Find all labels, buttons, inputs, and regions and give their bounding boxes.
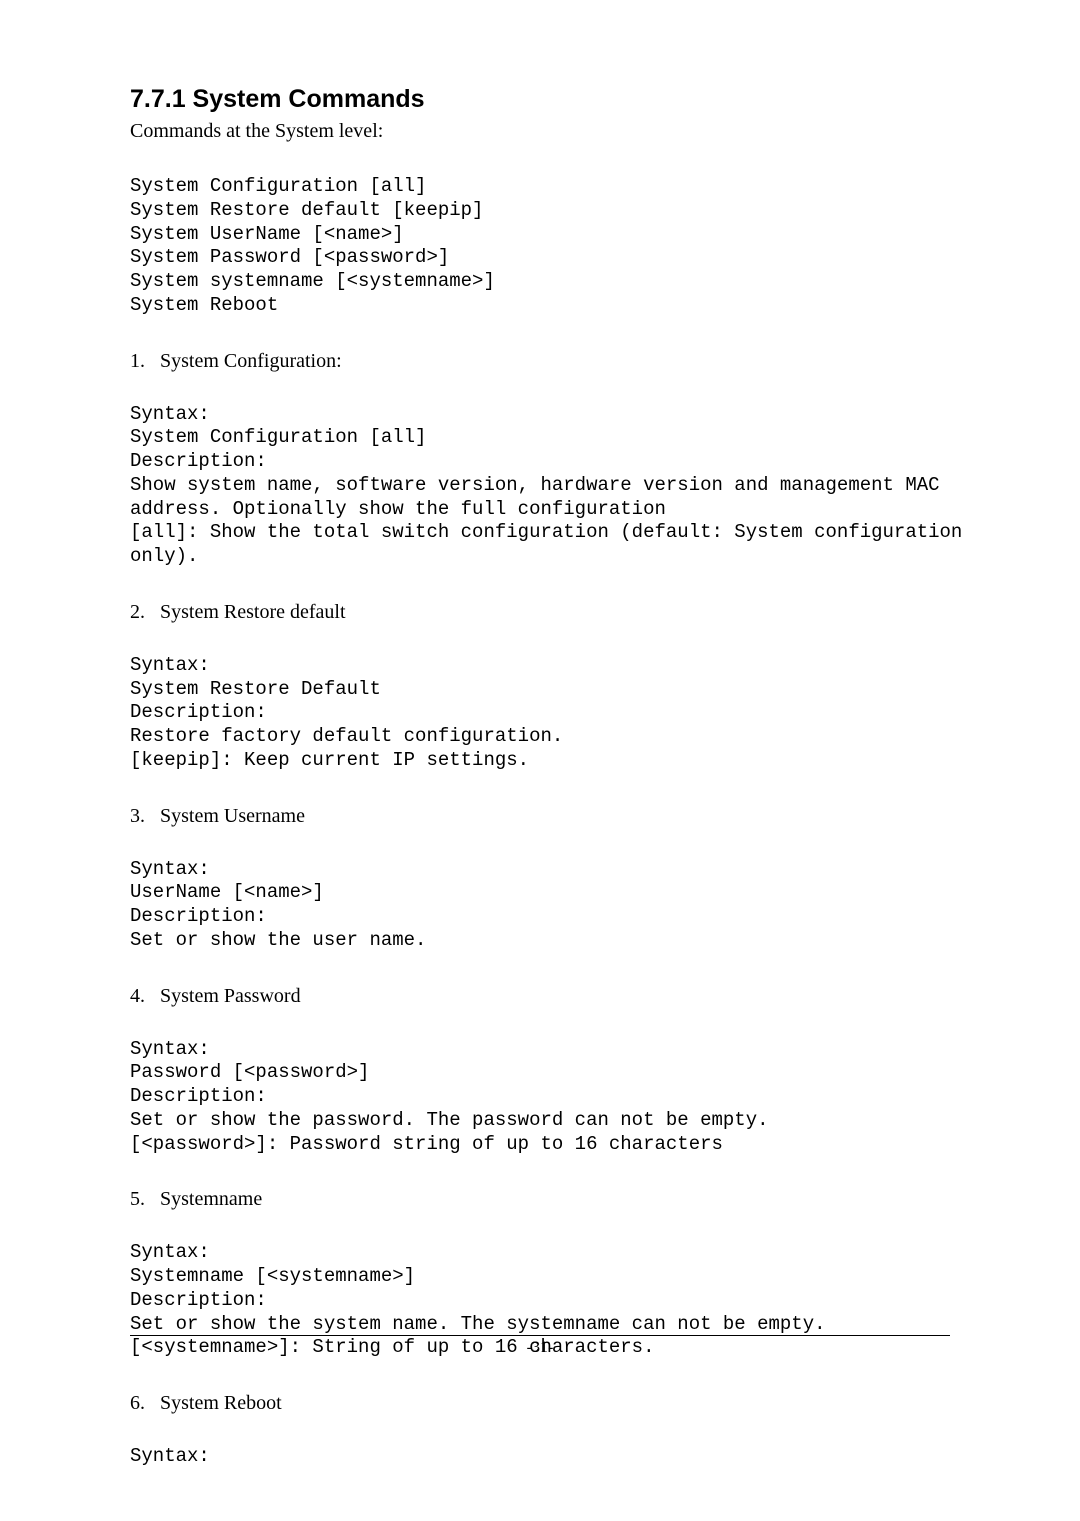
item-num: 6. xyxy=(130,1392,152,1415)
page-number: -31- xyxy=(527,1339,554,1356)
item-num: 2. xyxy=(130,601,152,624)
item-title: System Restore default xyxy=(160,601,346,624)
overview-code: System Configuration [all] System Restor… xyxy=(130,175,950,318)
intro-text: Commands at the System level: xyxy=(130,120,950,143)
page-content: 7.7.1 System Commands Commands at the Sy… xyxy=(0,0,1080,1521)
item-title: Systemname xyxy=(160,1188,262,1211)
section-heading: 7.7.1 System Commands xyxy=(130,85,950,114)
item-code-1: Syntax: System Configuration [all] Descr… xyxy=(130,403,950,569)
item-num: 1. xyxy=(130,350,152,373)
item-code-2: Syntax: System Restore Default Descripti… xyxy=(130,654,950,773)
item-title: System Reboot xyxy=(160,1392,282,1415)
item-code-3: Syntax: UserName [<name>] Description: S… xyxy=(130,858,950,953)
item-title: System Username xyxy=(160,805,305,828)
item-heading-6: 6. System Reboot xyxy=(130,1392,950,1415)
item-heading-4: 4. System Password xyxy=(130,985,950,1008)
item-heading-3: 3. System Username xyxy=(130,805,950,828)
item-code-4: Syntax: Password [<password>] Descriptio… xyxy=(130,1038,950,1157)
item-num: 4. xyxy=(130,985,152,1008)
item-num: 5. xyxy=(130,1188,152,1211)
item-title: System Password xyxy=(160,985,301,1008)
item-heading-5: 5. Systemname xyxy=(130,1188,950,1211)
item-code-6: Syntax: xyxy=(130,1445,950,1469)
item-num: 3. xyxy=(130,805,152,828)
item-heading-2: 2. System Restore default xyxy=(130,601,950,624)
page-footer: -31- xyxy=(130,1335,950,1357)
item-title: System Configuration: xyxy=(160,350,342,373)
item-heading-1: 1. System Configuration: xyxy=(130,350,950,373)
